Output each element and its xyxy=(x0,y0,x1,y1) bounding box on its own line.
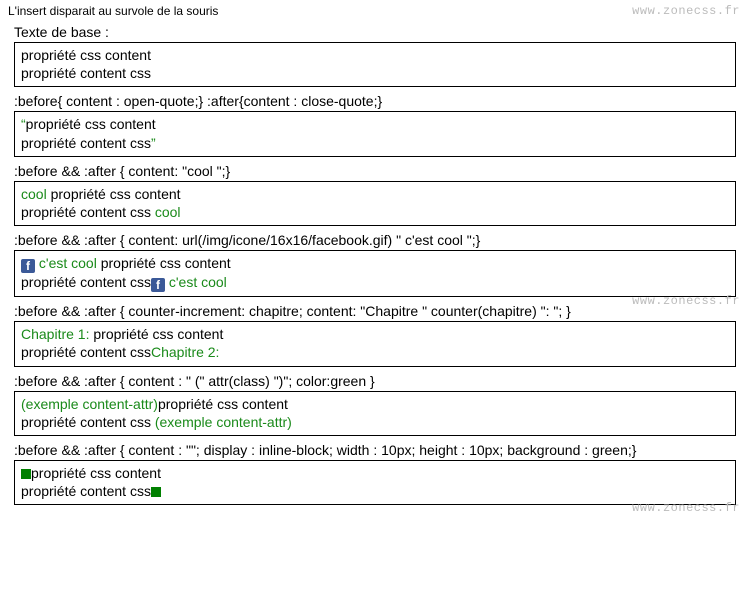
counter-line1: propriété css content xyxy=(93,326,223,342)
example-box-base: propriété css content propriété content … xyxy=(14,42,736,87)
close-quote: ” xyxy=(151,135,156,151)
attr-line2: propriété content css xyxy=(21,414,151,430)
example-box-block: propriété css content propriété content … xyxy=(14,460,736,505)
cool-line1: propriété css content xyxy=(51,186,181,202)
facebook-icon: f xyxy=(151,278,165,292)
counter-line2: propriété content css xyxy=(21,344,151,360)
section-label-quotes: :before{ content : open-quote;} :after{c… xyxy=(14,93,742,109)
example-box-quotes: “propriété css content propriété content… xyxy=(14,111,736,156)
counter-before: Chapitre 1: xyxy=(21,326,89,342)
section-label-block: :before && :after { content : ""; displa… xyxy=(14,442,742,458)
example-box-attr: (exemple content-attr)propriété css cont… xyxy=(14,391,736,436)
url-after-text: c'est cool xyxy=(165,274,227,290)
section-label-cool: :before && :after { content: "cool ";} xyxy=(14,163,742,179)
cool-before: cool xyxy=(21,186,47,202)
quote-line1: propriété css content xyxy=(26,116,156,132)
watermark-bottom: www.zonecss.fr xyxy=(632,501,740,515)
counter-after: Chapitre 2: xyxy=(151,344,219,360)
base-line2: propriété content css xyxy=(21,65,151,81)
green-block-icon xyxy=(151,487,161,497)
example-box-url: f c'est cool propriété css content propr… xyxy=(14,250,736,297)
green-block-icon xyxy=(21,469,31,479)
cool-line2: propriété content css xyxy=(21,204,151,220)
attr-line1: propriété css content xyxy=(158,396,288,412)
facebook-icon: f xyxy=(21,259,35,273)
url-line2: propriété content css xyxy=(21,274,151,290)
base-line1: propriété css content xyxy=(21,47,151,63)
url-line1: propriété css content xyxy=(101,255,231,271)
watermark-mid: www.zonecss.fr xyxy=(632,294,740,308)
section-label-url: :before && :after { content: url(/img/ic… xyxy=(14,232,742,248)
section-label-base: Texte de base : xyxy=(14,24,742,40)
section-label-attr: :before && :after { content : " (" attr(… xyxy=(14,373,742,389)
block-line1: propriété css content xyxy=(31,465,161,481)
watermark-top: www.zonecss.fr xyxy=(632,4,740,18)
quote-line2: propriété content css xyxy=(21,135,151,151)
attr-after: (exemple content-attr) xyxy=(155,414,292,430)
attr-before: (exemple content-attr) xyxy=(21,396,158,412)
example-box-cool: cool propriété css content propriété con… xyxy=(14,181,736,226)
url-before-text: c'est cool xyxy=(35,255,97,271)
block-line2: propriété content css xyxy=(21,483,151,499)
example-box-counter: Chapitre 1: propriété css content propri… xyxy=(14,321,736,366)
cool-after: cool xyxy=(155,204,181,220)
